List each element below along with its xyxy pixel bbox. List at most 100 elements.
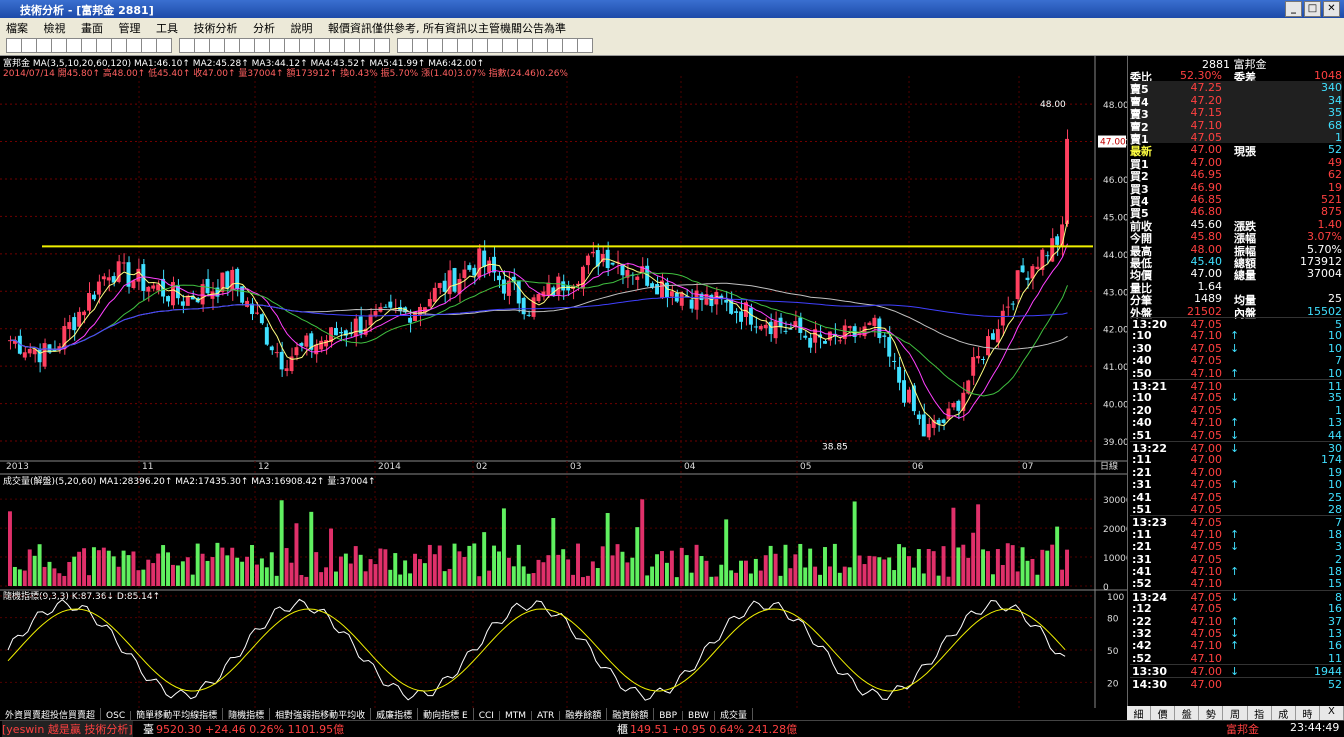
panel-tab[interactable]: 價 (1151, 706, 1176, 721)
tick-time: :11 (1132, 453, 1152, 467)
tick-qty: 37 (1328, 614, 1342, 628)
tick-time: :30 (1132, 341, 1152, 355)
quote-row: 賣5 47.25 340 (1130, 81, 1342, 96)
volume-bar (778, 575, 783, 586)
close-button[interactable]: ✕ (1323, 1, 1340, 17)
toolbar-tool-icon[interactable] (517, 38, 533, 53)
candle (1035, 266, 1040, 270)
toolbar-tool-icon[interactable] (562, 38, 578, 53)
candle (872, 317, 877, 326)
volume-bar (600, 546, 605, 586)
toolbar-tool-icon[interactable] (179, 38, 195, 53)
quote-row: 2881 富邦金 (1130, 56, 1342, 71)
panel-tab[interactable]: 盤 (1175, 706, 1200, 721)
menu-bar: 檔案 檢視 畫面 管理 工具 技術分析 分析 說明 報價資訊僅供參考, 所有資訊… (0, 18, 1344, 35)
panel-tab[interactable]: 細 (1127, 706, 1152, 721)
toolbar-tool-icon[interactable] (532, 38, 548, 53)
volume-bar (1030, 558, 1035, 586)
toolbar-tool-icon[interactable] (299, 38, 315, 53)
toolbar-tool-icon[interactable] (21, 38, 37, 53)
candle (106, 277, 111, 281)
panel-tab[interactable]: 成 (1272, 706, 1296, 721)
toolbar-tool-icon[interactable] (239, 38, 255, 53)
quote-row: 13:22 47.00 ↓ 30 (1130, 441, 1342, 455)
candle (501, 279, 506, 294)
panel-tab[interactable]: 時 (1296, 706, 1320, 721)
toolbar-tool-icon[interactable] (344, 38, 360, 53)
toolbar-tool-icon[interactable] (374, 38, 390, 53)
toolbar-tool-icon[interactable] (457, 38, 473, 53)
bid-qty: 49 (1328, 155, 1342, 169)
toolbar-tool-icon[interactable] (472, 38, 488, 53)
quote-row: :21 47.00 19 (1130, 465, 1342, 479)
toolbar-tool-icon[interactable] (141, 38, 157, 53)
toolbar-tool-icon[interactable] (427, 38, 443, 53)
tick-qty: 52 (1328, 677, 1342, 691)
minimize-button[interactable]: _ (1285, 1, 1302, 17)
volume-bar (995, 549, 1000, 586)
toolbar-tool-icon[interactable] (36, 38, 52, 53)
chart-area[interactable]: 富邦金 MA(3,5,10,20,60,120) MA1:46.10↑ MA2:… (0, 56, 1127, 708)
volume-bar (590, 561, 595, 586)
volume-bar (664, 562, 669, 586)
stat-value: 21502 (1187, 304, 1222, 318)
stat-value2: 3.07% (1307, 230, 1342, 244)
candle (408, 317, 413, 323)
volume-bar (823, 547, 827, 586)
volume-bar (259, 558, 264, 586)
toolbar-tool-icon[interactable] (547, 38, 563, 53)
volume-bar (813, 566, 818, 586)
volume-bar (536, 559, 541, 586)
price-chart-svg[interactable]: 48.00 47.00 46.00 45.00 44.00 43.00 42.00 41.00… (0, 56, 1127, 708)
volume-bar (32, 555, 37, 586)
candle (22, 352, 27, 358)
toolbar-tool-icon[interactable] (254, 38, 270, 53)
tick-price: 47.05 (1190, 540, 1223, 554)
toolbar-tool-icon[interactable] (269, 38, 285, 53)
toolbar-tool-icon[interactable] (156, 38, 172, 53)
quote-row: :51 47.05 ↓ 44 (1130, 429, 1342, 442)
toolbar-tool-icon[interactable] (209, 38, 225, 53)
panel-tab[interactable]: 勢 (1199, 706, 1224, 721)
toolbar-tool-icon[interactable] (6, 38, 22, 53)
maximize-button[interactable]: □ (1304, 1, 1321, 17)
candle (319, 340, 324, 350)
toolbar-tool-icon[interactable] (284, 38, 300, 53)
toolbar-tool-icon[interactable] (442, 38, 458, 53)
toolbar-tool-icon[interactable] (111, 38, 127, 53)
toolbar-tool-icon[interactable] (502, 38, 518, 53)
toolbar-tool-icon[interactable] (359, 38, 375, 53)
toolbar-tool-icon[interactable] (51, 38, 67, 53)
panel-tab[interactable]: X (1320, 706, 1344, 720)
volume-bar (551, 518, 556, 586)
tick-time: :21 (1132, 465, 1152, 479)
volume-bar (304, 576, 309, 586)
volume-bar (709, 576, 714, 586)
date-tick: 05 (800, 462, 811, 472)
toolbar-tool-icon[interactable] (224, 38, 240, 53)
toolbar-tool-icon[interactable] (96, 38, 112, 53)
candle (264, 327, 269, 345)
toolbar-tool-icon[interactable] (81, 38, 97, 53)
toolbar-tool-icon[interactable] (577, 38, 593, 53)
panel-tab[interactable]: 周 (1223, 706, 1248, 721)
volume-bar (52, 568, 57, 586)
toolbar-tool-icon[interactable] (126, 38, 142, 53)
candle (783, 330, 788, 332)
tick-arrow: ↓ (1230, 627, 1240, 640)
tick-time: :31 (1132, 552, 1152, 566)
volume-bar (902, 547, 906, 586)
toolbar-tool-icon[interactable] (412, 38, 428, 53)
toolbar-tool-icon[interactable] (194, 38, 210, 53)
volume-bar (175, 565, 180, 586)
toolbar-tool-icon[interactable] (397, 38, 413, 53)
quote-row: 前收 45.60 漲跌 1.40 (1130, 218, 1342, 233)
candle (655, 284, 660, 295)
toolbar-tool-icon[interactable] (314, 38, 330, 53)
toolbar-tool-icon[interactable] (329, 38, 345, 53)
panel-tab[interactable]: 指 (1248, 706, 1272, 721)
quote-row: :30 47.05 ↓ 10 (1130, 341, 1342, 355)
volume-bar (660, 551, 664, 586)
toolbar-tool-icon[interactable] (66, 38, 82, 53)
toolbar-tool-icon[interactable] (487, 38, 503, 53)
